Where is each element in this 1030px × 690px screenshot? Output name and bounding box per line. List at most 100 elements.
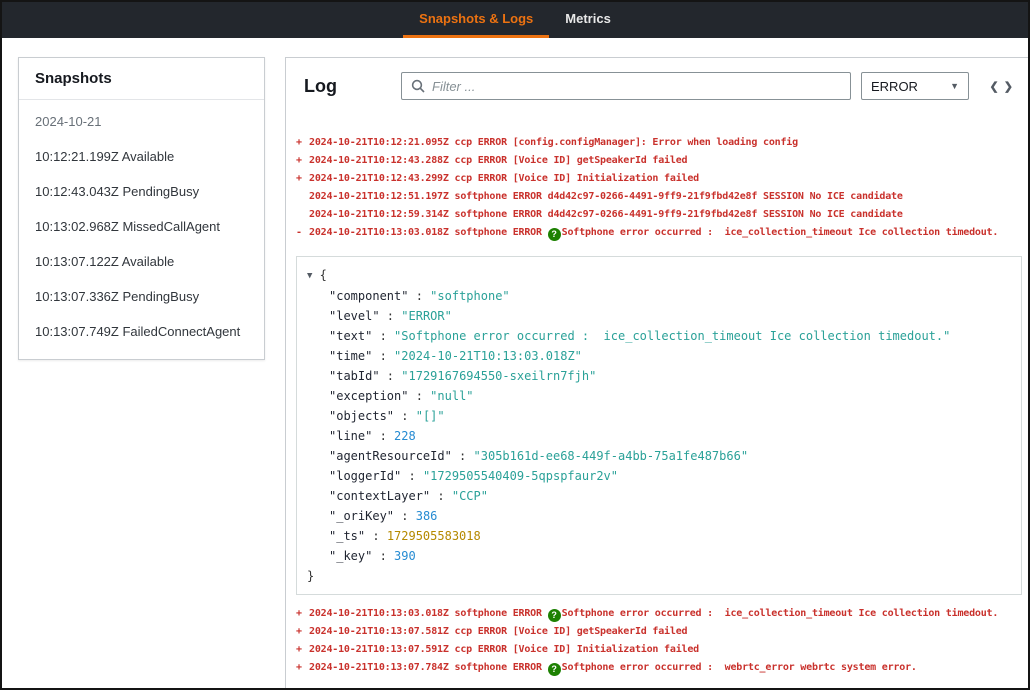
json-colon: : [380,309,402,323]
expand-panel-button[interactable]: ❮ ❯ [984,80,1021,93]
log-entry-text: 2024-10-21T10:12:21.095Z ccp ERROR [conf… [309,137,798,148]
expand-toggle-icon[interactable]: + [296,659,309,677]
json-key: "_oriKey" [329,509,394,523]
json-value: "CCP" [452,489,488,503]
filter-box[interactable] [401,72,851,100]
log-entry[interactable]: +2024-10-21T10:12:43.288Z ccp ERROR [Voi… [296,152,1024,170]
json-colon: : [408,289,430,303]
json-key: "component" [329,289,408,303]
log-entry[interactable]: 2024-10-21T10:12:59.314Z softphone ERROR… [296,206,1024,224]
log-entry-text: 2024-10-21T10:13:07.784Z softphone ERROR [309,662,548,673]
log-entry-text: 2024-10-21T10:13:03.018Z softphone ERROR [309,608,548,619]
json-key: "time" [329,349,372,363]
json-colon: : [372,349,394,363]
log-entry-text: 2024-10-21T10:12:51.197Z softphone ERROR… [309,191,903,202]
json-colon: : [401,469,423,483]
json-colon: : [372,329,394,343]
json-field: "level" : "ERROR" [307,306,1011,326]
json-value: "null" [430,389,473,403]
expand-toggle-icon[interactable]: + [296,641,309,659]
json-close-line: } [307,566,1011,586]
json-detail-body: ▼ {"component" : "softphone""level" : "E… [307,265,1011,586]
snapshots-title: Snapshots [19,58,264,100]
json-key: "level" [329,309,380,323]
log-entry[interactable]: +2024-10-21T10:13:07.581Z ccp ERROR [Voi… [296,623,1024,641]
json-colon: : [408,389,430,403]
json-key: "contextLayer" [329,489,430,503]
json-field: "_ts" : 1729505583018 [307,526,1011,546]
expand-toggle-icon[interactable]: + [296,623,309,641]
json-value: "305b161d-ee68-449f-a4bb-75a1fe487b66" [474,449,749,463]
json-value: 390 [394,549,416,563]
snapshots-panel: Snapshots 2024-10-21 10:12:21.199Z Avail… [18,57,265,360]
log-entry[interactable]: 2024-10-21T10:12:51.197Z softphone ERROR… [296,188,1024,206]
snapshot-list: 10:12:21.199Z Available10:12:43.043Z Pen… [19,139,264,359]
log-body: +2024-10-21T10:12:21.095Z ccp ERROR [con… [292,134,1024,677]
json-field: "text" : "Softphone error occurred : ice… [307,326,1011,346]
log-entry[interactable]: +2024-10-21T10:12:43.299Z ccp ERROR [Voi… [296,170,1024,188]
log-entry[interactable]: +2024-10-21T10:13:03.018Z softphone ERRO… [296,605,1024,623]
log-entry[interactable]: +2024-10-21T10:13:07.591Z ccp ERROR [Voi… [296,641,1024,659]
json-value: 228 [394,429,416,443]
log-title: Log [304,76,337,97]
json-value: "ERROR" [401,309,452,323]
json-field: "tabId" : "1729167694550-sxeilrn7fjh" [307,366,1011,386]
json-field: "contextLayer" : "CCP" [307,486,1011,506]
json-field: "exception" : "null" [307,386,1011,406]
json-value: 386 [416,509,438,523]
log-entry-text: Softphone error occurred : ice_collectio… [562,608,999,619]
log-entry-text: 2024-10-21T10:13:03.018Z softphone ERROR [309,227,548,238]
json-key: "_key" [329,549,372,563]
tab-snapshots-logs[interactable]: Snapshots & Logs [403,2,549,38]
log-entry[interactable]: +2024-10-21T10:12:21.095Z ccp ERROR [con… [296,134,1024,152]
log-level-value: ERROR [871,79,918,94]
app-window: Snapshots & Logs Metrics Snapshots 2024-… [0,0,1030,690]
json-colon: : [380,369,402,383]
help-icon[interactable]: ? [548,228,561,241]
log-entry-text: Softphone error occurred : ice_collectio… [562,227,999,238]
expand-toggle-icon[interactable]: + [296,134,309,152]
json-key: "line" [329,429,372,443]
snapshot-item[interactable]: 10:12:21.199Z Available [19,139,264,174]
json-value: "2024-10-21T10:13:03.018Z" [394,349,582,363]
json-field: "time" : "2024-10-21T10:13:03.018Z" [307,346,1011,366]
json-value: "1729167694550-sxeilrn7fjh" [401,369,596,383]
top-navigation: Snapshots & Logs Metrics [2,2,1028,38]
json-colon: : [394,409,416,423]
expand-toggle-icon[interactable]: + [296,170,309,188]
log-entry-text: 2024-10-21T10:13:07.591Z ccp ERROR [Voic… [309,644,699,655]
snapshot-item[interactable]: 10:13:07.749Z FailedConnectAgent [19,314,264,349]
log-entry-text: 2024-10-21T10:12:59.314Z softphone ERROR… [309,209,903,220]
json-field: "component" : "softphone" [307,286,1011,306]
log-entry[interactable]: -2024-10-21T10:13:03.018Z softphone ERRO… [296,224,1024,242]
log-entry[interactable]: +2024-10-21T10:13:07.784Z softphone ERRO… [296,659,1024,677]
snapshot-item[interactable]: 10:13:02.968Z MissedCallAgent [19,209,264,244]
json-value: "softphone" [430,289,509,303]
collapse-toggle-icon[interactable]: - [296,224,309,242]
help-icon[interactable]: ? [548,663,561,676]
filter-input[interactable] [432,79,841,94]
json-open-line: ▼ { [307,265,1011,286]
expand-toggle-icon[interactable]: + [296,605,309,623]
help-icon[interactable]: ? [548,609,561,622]
snapshot-item[interactable]: 10:13:07.336Z PendingBusy [19,279,264,314]
chevron-down-icon: ▼ [950,81,959,91]
json-colon: : [394,509,416,523]
log-entry-text: 2024-10-21T10:12:43.299Z ccp ERROR [Voic… [309,173,699,184]
json-value: 1729505583018 [387,529,481,543]
json-colon: : [452,449,474,463]
json-value: "1729505540409-5qpspfaur2v" [423,469,618,483]
log-entry-text: 2024-10-21T10:13:07.581Z ccp ERROR [Voic… [309,626,687,637]
json-colon: : [430,489,452,503]
json-field: "objects" : "[]" [307,406,1011,426]
tab-metrics[interactable]: Metrics [549,2,627,38]
expand-toggle-icon[interactable]: + [296,152,309,170]
json-key: "loggerId" [329,469,401,483]
json-field: "agentResourceId" : "305b161d-ee68-449f-… [307,446,1011,466]
json-key: "exception" [329,389,408,403]
snapshot-item[interactable]: 10:13:07.122Z Available [19,244,264,279]
json-key: "tabId" [329,369,380,383]
snapshot-item[interactable]: 10:12:43.043Z PendingBusy [19,174,264,209]
json-field: "_oriKey" : 386 [307,506,1011,526]
log-level-select[interactable]: ERROR ▼ [861,72,969,100]
